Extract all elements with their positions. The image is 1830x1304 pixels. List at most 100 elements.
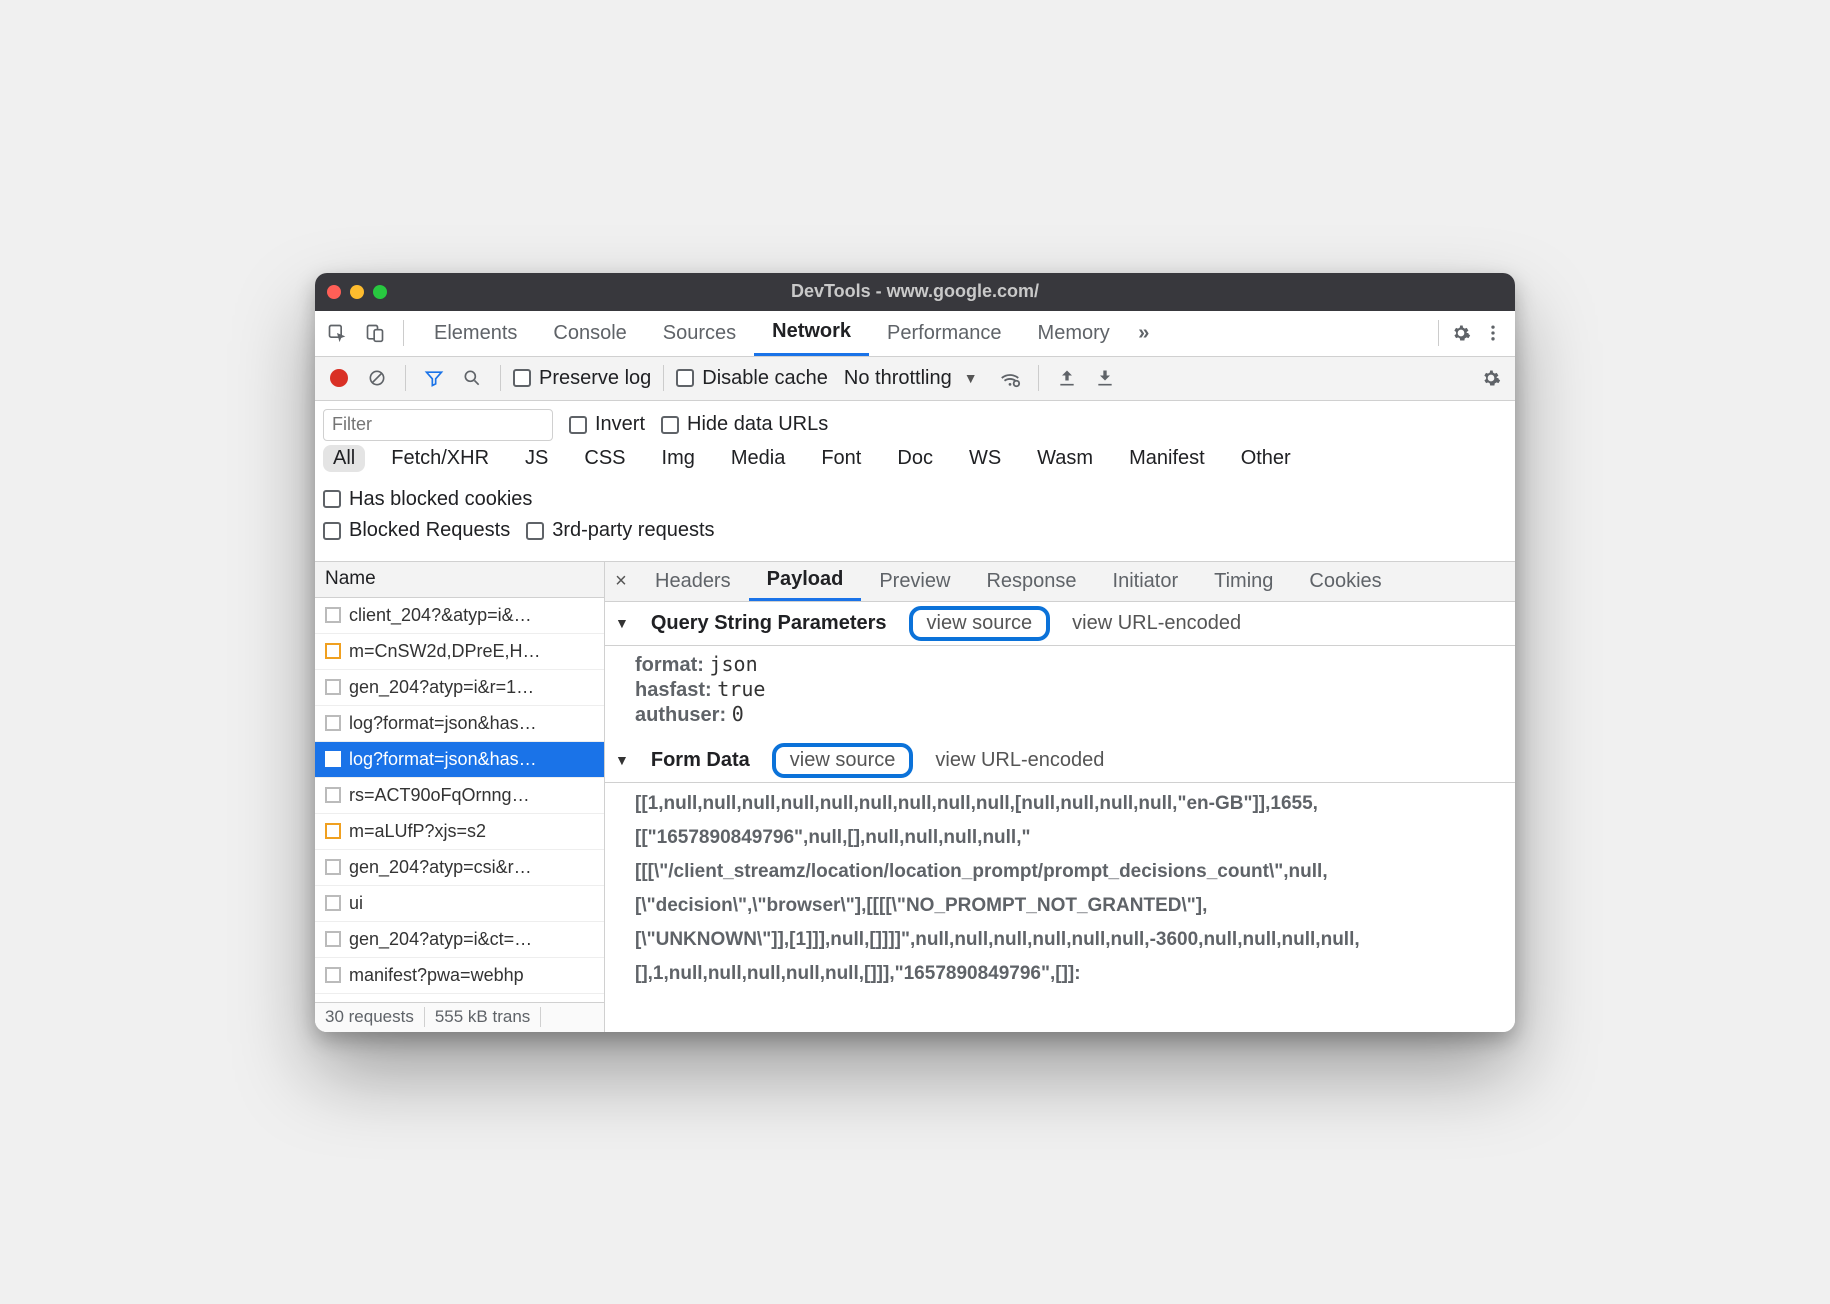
main-tab-performance[interactable]: Performance — [869, 311, 1020, 356]
detail-tab-headers[interactable]: Headers — [637, 562, 749, 601]
device-toolbar-icon[interactable] — [359, 317, 391, 349]
request-row[interactable]: log?format=json&has… — [315, 706, 604, 742]
query-params: format: jsonhasfast: trueauthuser: 0 — [605, 646, 1515, 739]
column-header-name[interactable]: Name — [315, 562, 604, 598]
filter-type-js[interactable]: JS — [515, 445, 558, 472]
request-row[interactable]: gen_204?atyp=i&r=1… — [315, 670, 604, 706]
status-transfer-size: 555 kB trans — [425, 1007, 541, 1027]
detail-tab-response[interactable]: Response — [968, 562, 1094, 601]
param-value: true — [717, 677, 765, 701]
file-icon — [325, 643, 341, 659]
view-source-button[interactable]: view source — [772, 743, 914, 778]
search-icon[interactable] — [456, 362, 488, 394]
main-tab-sources[interactable]: Sources — [645, 311, 754, 356]
download-har-icon[interactable] — [1089, 362, 1121, 394]
minimize-window-button[interactable] — [350, 285, 364, 299]
filter-input[interactable] — [323, 409, 553, 441]
preserve-log-checkbox[interactable]: Preserve log — [513, 367, 651, 390]
zoom-window-button[interactable] — [373, 285, 387, 299]
separator — [500, 365, 501, 391]
file-icon — [325, 715, 341, 731]
settings-icon[interactable] — [1445, 317, 1477, 349]
hide-data-urls-checkbox[interactable]: Hide data URLs — [661, 413, 828, 436]
upload-har-icon[interactable] — [1051, 362, 1083, 394]
filter-type-manifest[interactable]: Manifest — [1119, 445, 1215, 472]
disable-cache-label: Disable cache — [702, 367, 828, 390]
record-button[interactable] — [323, 362, 355, 394]
form-data-line: [[1,null,null,null,null,null,null,null,n… — [635, 787, 1505, 821]
main-tab-network[interactable]: Network — [754, 311, 869, 356]
filter-type-doc[interactable]: Doc — [887, 445, 943, 472]
detail-tab-timing[interactable]: Timing — [1196, 562, 1291, 601]
param-key: format: — [635, 654, 709, 676]
request-row[interactable]: manifest?pwa=webhp — [315, 958, 604, 994]
titlebar: DevTools - www.google.com/ — [315, 273, 1515, 311]
form-data-line: [\"UNKNOWN\"]],[1]]],null,[]]]]",null,nu… — [635, 923, 1505, 957]
close-detail-icon[interactable]: × — [605, 570, 637, 593]
filter-type-css[interactable]: CSS — [574, 445, 635, 472]
param-key: hasfast: — [635, 679, 717, 701]
third-party-checkbox[interactable]: 3rd-party requests — [526, 519, 714, 542]
blocked-requests-label: Blocked Requests — [349, 519, 510, 542]
view-url-encoded-button[interactable]: view URL-encoded — [1072, 612, 1241, 635]
form-data-line: [["1657890849796",null,[],null,null,null… — [635, 821, 1505, 855]
filter-type-wasm[interactable]: Wasm — [1027, 445, 1103, 472]
clear-icon[interactable] — [361, 362, 393, 394]
main-tab-console[interactable]: Console — [535, 311, 644, 356]
throttling-value: No throttling — [844, 367, 952, 390]
main-tab-memory[interactable]: Memory — [1020, 311, 1128, 356]
inspect-element-icon[interactable] — [321, 317, 353, 349]
filter-type-media[interactable]: Media — [721, 445, 795, 472]
request-row[interactable]: rs=ACT90oFqOrnng… — [315, 778, 604, 814]
request-row[interactable]: m=CnSW2d,DPreE,H… — [315, 634, 604, 670]
separator — [1438, 320, 1439, 346]
request-row[interactable]: log?format=json&has… — [315, 742, 604, 778]
form-data-section-header[interactable]: ▼ Form Data view source view URL-encoded — [605, 739, 1515, 783]
has-blocked-cookies-checkbox[interactable]: Has blocked cookies — [323, 488, 532, 511]
filter-type-fetch-xhr[interactable]: Fetch/XHR — [381, 445, 499, 472]
request-name: rs=ACT90oFqOrnng… — [349, 785, 530, 806]
window-title: DevTools - www.google.com/ — [315, 281, 1515, 302]
request-row[interactable]: ui — [315, 886, 604, 922]
request-name: log?format=json&has… — [349, 749, 537, 770]
param-key: authuser: — [635, 704, 732, 726]
request-row[interactable]: gen_204?atyp=i&ct=… — [315, 922, 604, 958]
detail-tab-cookies[interactable]: Cookies — [1291, 562, 1399, 601]
request-row[interactable]: client_204?&atyp=i&… — [315, 598, 604, 634]
throttling-select[interactable]: No throttling ▼ — [834, 367, 988, 390]
filter-type-font[interactable]: Font — [811, 445, 871, 472]
close-window-button[interactable] — [327, 285, 341, 299]
view-url-encoded-button[interactable]: view URL-encoded — [935, 749, 1104, 772]
hide-data-urls-label: Hide data URLs — [687, 413, 828, 436]
file-icon — [325, 895, 341, 911]
detail-tab-initiator[interactable]: Initiator — [1095, 562, 1197, 601]
separator — [403, 320, 404, 346]
param-value: json — [709, 652, 757, 676]
blocked-requests-checkbox[interactable]: Blocked Requests — [323, 519, 510, 542]
filter-icon[interactable] — [418, 362, 450, 394]
detail-tab-payload[interactable]: Payload — [749, 562, 862, 601]
filter-type-ws[interactable]: WS — [959, 445, 1011, 472]
view-source-button[interactable]: view source — [909, 606, 1051, 641]
filter-type-other[interactable]: Other — [1231, 445, 1301, 472]
invert-checkbox[interactable]: Invert — [569, 413, 645, 436]
detail-tabs: × HeadersPayloadPreviewResponseInitiator… — [605, 562, 1515, 602]
window-controls — [327, 285, 387, 299]
request-row[interactable]: gen_204?atyp=csi&r… — [315, 850, 604, 886]
main-tab-elements[interactable]: Elements — [416, 311, 535, 356]
filter-type-all[interactable]: All — [323, 445, 365, 472]
disable-cache-checkbox[interactable]: Disable cache — [676, 367, 828, 390]
status-request-count: 30 requests — [315, 1007, 425, 1027]
query-section-header[interactable]: ▼ Query String Parameters view source vi… — [605, 602, 1515, 646]
more-tabs-icon[interactable]: » — [1128, 317, 1160, 349]
query-section-title: Query String Parameters — [651, 612, 887, 635]
request-name: log?format=json&has… — [349, 713, 537, 734]
request-row[interactable]: m=aLUfP?xjs=s2 — [315, 814, 604, 850]
network-conditions-icon[interactable] — [994, 362, 1026, 394]
network-settings-icon[interactable] — [1475, 362, 1507, 394]
request-name: m=CnSW2d,DPreE,H… — [349, 641, 541, 662]
kebab-menu-icon[interactable] — [1477, 317, 1509, 349]
file-icon — [325, 787, 341, 803]
filter-type-img[interactable]: Img — [652, 445, 705, 472]
detail-tab-preview[interactable]: Preview — [861, 562, 968, 601]
